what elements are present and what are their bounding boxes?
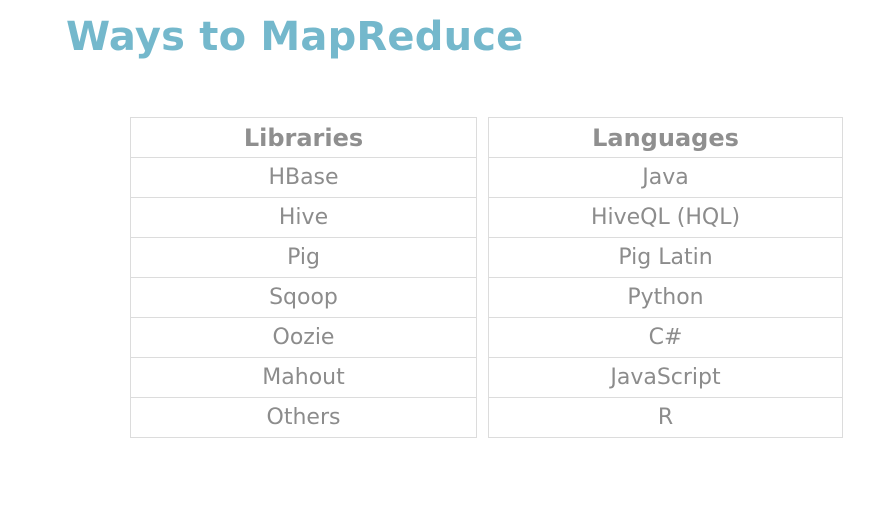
table-cell: Mahout (130, 357, 477, 398)
libraries-table: Libraries HBase Hive Pig Sqoop Oozie Mah… (130, 117, 477, 438)
table-cell: HiveQL (HQL) (488, 197, 843, 238)
table-row: Java (488, 157, 843, 198)
table-row: R (488, 397, 843, 438)
languages-header: Languages (488, 117, 843, 158)
table-cell: Sqoop (130, 277, 477, 318)
table-cell: Python (488, 277, 843, 318)
table-cell: JavaScript (488, 357, 843, 398)
table-row: Mahout (130, 357, 477, 398)
table-cell: Pig Latin (488, 237, 843, 278)
table-row: Hive (130, 197, 477, 238)
table-cell: C# (488, 317, 843, 358)
table-row: Oozie (130, 317, 477, 358)
table-cell: Others (130, 397, 477, 438)
table-row: HBase (130, 157, 477, 198)
table-row: HiveQL (HQL) (488, 197, 843, 238)
table-row: Pig Latin (488, 237, 843, 278)
libraries-header: Libraries (130, 117, 477, 158)
table-row: JavaScript (488, 357, 843, 398)
table-row: C# (488, 317, 843, 358)
table-row: Pig (130, 237, 477, 278)
table-row: Python (488, 277, 843, 318)
table-cell: Java (488, 157, 843, 198)
table-cell: R (488, 397, 843, 438)
table-row: Others (130, 397, 477, 438)
table-header-row: Languages (488, 117, 843, 158)
table-header-row: Libraries (130, 117, 477, 158)
table-row: Sqoop (130, 277, 477, 318)
table-cell: Oozie (130, 317, 477, 358)
languages-table: Languages Java HiveQL (HQL) Pig Latin Py… (488, 117, 843, 438)
table-cell: Pig (130, 237, 477, 278)
table-cell: Hive (130, 197, 477, 238)
slide-title: Ways to MapReduce (66, 14, 524, 60)
table-cell: HBase (130, 157, 477, 198)
